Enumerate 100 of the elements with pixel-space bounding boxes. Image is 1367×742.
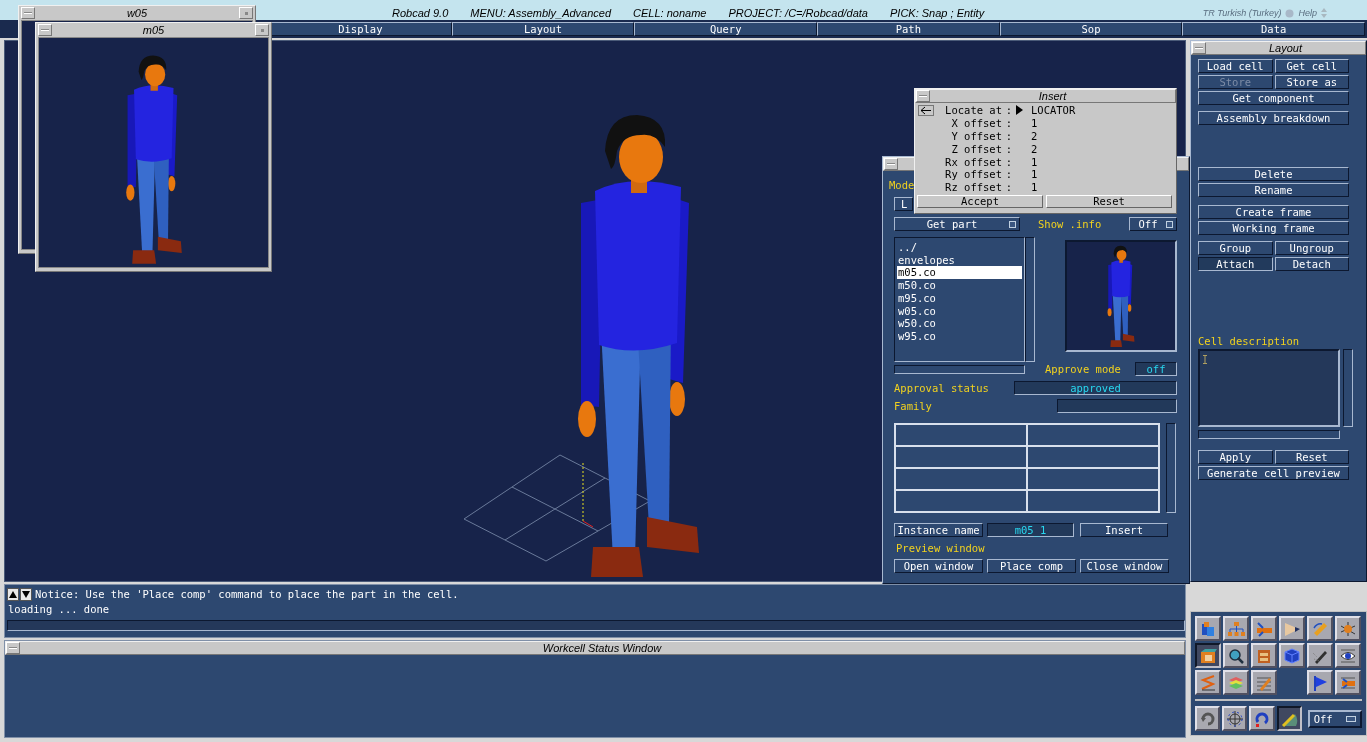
- layout-button[interactable]: Assembly breakdown: [1198, 111, 1349, 125]
- minimize-button[interactable]: [21, 7, 35, 19]
- layout-button[interactable]: Group: [1198, 241, 1273, 255]
- layered-boxes-icon: [1199, 619, 1217, 638]
- minimize-button[interactable]: [6, 642, 20, 654]
- field-label: X offset: [950, 117, 1002, 130]
- mode-dropdown[interactable]: Off: [1307, 709, 1362, 728]
- dropdown-icon: [1346, 715, 1356, 722]
- status-field: CELL: noname: [633, 7, 707, 19]
- menu-item[interactable]: Data: [1182, 22, 1366, 36]
- log-message: loading ... done: [8, 602, 111, 617]
- colon-separator: :: [1004, 168, 1014, 181]
- field-value[interactable]: LOCATOR: [1031, 104, 1176, 117]
- instance-name-button[interactable]: Instance name: [894, 523, 983, 537]
- pick-triangle-icon[interactable]: [1016, 105, 1023, 116]
- eye-icon: [1339, 646, 1357, 665]
- up-arrow-icon: [9, 591, 17, 598]
- field-value[interactable]: 2: [1031, 142, 1176, 155]
- horizontal-scrollbar[interactable]: [894, 364, 1025, 374]
- menu-item[interactable]: Path: [817, 22, 1000, 36]
- command-input-field[interactable]: [7, 620, 1185, 631]
- language-indicator[interactable]: TR Turkish (Turkey): [1202, 8, 1282, 18]
- status-field: PROJECT: /C=/Robcad/data: [728, 7, 868, 19]
- get-part-dropdown[interactable]: Get part: [894, 217, 1020, 231]
- field-label: Y offset: [950, 130, 1002, 142]
- file-item[interactable]: m50.co: [897, 279, 1022, 292]
- preview-button[interactable]: Open window: [894, 559, 983, 573]
- file-item[interactable]: ../: [897, 241, 1022, 254]
- file-item[interactable]: w95.co: [897, 329, 1022, 343]
- gripper-icon: [1255, 619, 1273, 638]
- tool-button[interactable]: [1276, 706, 1302, 731]
- layout-button[interactable]: Detach: [1274, 257, 1349, 271]
- menu-item[interactable]: Sop: [999, 22, 1183, 36]
- colon-separator: :: [1004, 117, 1014, 130]
- menu-item[interactable]: Display: [269, 22, 452, 36]
- show-info-dropdown[interactable]: Off: [1129, 217, 1177, 231]
- field-label: Family: [894, 400, 932, 412]
- dialog-button[interactable]: Reset: [1046, 194, 1172, 208]
- scroll-down-button[interactable]: [20, 588, 32, 601]
- layout-button[interactable]: Delete: [1198, 167, 1349, 181]
- field-label: Approve mode: [1045, 363, 1121, 375]
- panel-button[interactable]: L: [894, 197, 913, 211]
- file-item[interactable]: w05.co: [897, 304, 1022, 318]
- cell-description-field[interactable]: [1198, 349, 1340, 427]
- maximize-button[interactable]: [255, 24, 269, 36]
- help-link[interactable]: Help: [1298, 8, 1317, 18]
- colon-separator: :: [1004, 104, 1014, 117]
- layout-button[interactable]: Apply: [1198, 450, 1273, 464]
- layout-button[interactable]: Get component: [1198, 91, 1349, 105]
- minimize-button[interactable]: [884, 158, 898, 170]
- field-value[interactable]: 2: [1031, 130, 1176, 142]
- layout-button[interactable]: Ungroup: [1274, 241, 1349, 255]
- tool-button[interactable]: [1195, 643, 1221, 668]
- maximize-button[interactable]: [239, 7, 253, 19]
- field-value[interactable]: 1: [1031, 117, 1176, 130]
- menu-item[interactable]: Query: [634, 22, 817, 36]
- field-value[interactable]: 1: [1031, 155, 1176, 168]
- instance-name-field[interactable]: m05_1: [987, 523, 1074, 537]
- file-item[interactable]: m05.co: [897, 266, 1022, 280]
- layout-button[interactable]: Store as: [1274, 75, 1349, 89]
- menu-item[interactable]: Layout: [451, 22, 635, 36]
- panel-title: Mode: [889, 179, 915, 191]
- approve-mode-field[interactable]: off: [1135, 362, 1177, 376]
- minimize-button[interactable]: [1192, 42, 1206, 54]
- file-item[interactable]: w50.co: [897, 317, 1022, 330]
- preview-button[interactable]: Place comp: [987, 559, 1076, 573]
- vertical-scrollbar[interactable]: [1166, 423, 1176, 513]
- layout-button[interactable]: Create frame: [1198, 205, 1349, 219]
- vertical-scrollbar[interactable]: [1025, 237, 1035, 362]
- scroll-up-button[interactable]: [7, 588, 19, 601]
- dialog-button[interactable]: Accept: [917, 194, 1043, 208]
- preview-button[interactable]: Close window: [1080, 559, 1169, 573]
- layout-button[interactable]: Reset: [1274, 450, 1349, 464]
- field-value[interactable]: 1: [1031, 168, 1176, 181]
- generate-preview-button[interactable]: Generate cell preview: [1198, 466, 1349, 480]
- minimize-button[interactable]: [916, 90, 930, 102]
- window-title: w05: [125, 7, 149, 19]
- window-title: Workcell Status Window: [541, 642, 663, 654]
- dropdown-icon: [1009, 221, 1016, 228]
- horizontal-scrollbar[interactable]: [1198, 430, 1340, 439]
- dialog-title: Insert: [1037, 90, 1068, 102]
- target-icon: [1225, 709, 1244, 728]
- colon-separator: :: [1004, 181, 1014, 194]
- notice-message: Notice: Use the 'Place comp' command to place the part in the cell.: [35, 587, 459, 602]
- file-item[interactable]: envelopes: [897, 253, 1022, 267]
- layout-button[interactable]: Attach: [1198, 257, 1273, 271]
- file-item[interactable]: m95.co: [897, 291, 1022, 305]
- layout-button[interactable]: Working frame: [1198, 221, 1349, 235]
- back-arrow-icon[interactable]: [918, 104, 934, 116]
- layout-button[interactable]: Rename: [1198, 183, 1349, 197]
- window-title: m05: [141, 24, 166, 36]
- layout-button[interactable]: Load cell: [1198, 59, 1273, 73]
- panel-title: Layout: [1268, 42, 1304, 54]
- minimize-button[interactable]: [38, 24, 52, 36]
- field-value[interactable]: 1: [1031, 181, 1176, 194]
- layout-button[interactable]: Get cell: [1274, 59, 1349, 73]
- magnifier-icon: [1227, 646, 1245, 665]
- family-field[interactable]: [1057, 399, 1177, 413]
- vertical-scrollbar[interactable]: [1343, 349, 1353, 427]
- insert-button[interactable]: Insert: [1080, 523, 1168, 537]
